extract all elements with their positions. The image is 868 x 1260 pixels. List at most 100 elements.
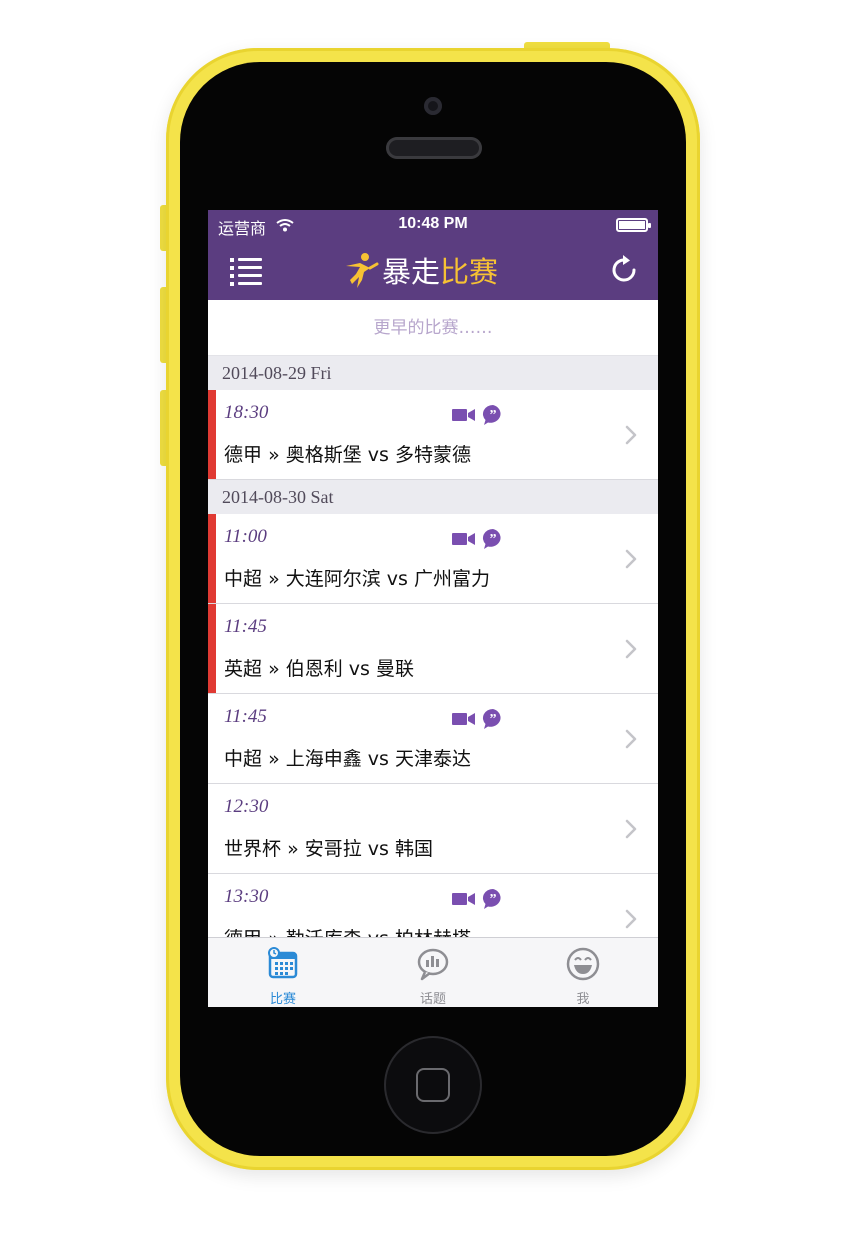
status-bar: 运营商 10:48 PM	[208, 210, 658, 240]
svg-text:”: ”	[490, 408, 497, 423]
match-time: 12:30	[224, 796, 269, 817]
navigation-bar: 暴走 比赛	[208, 240, 658, 300]
match-title: 世界杯 » 安哥拉 vs 韩国	[224, 834, 433, 861]
video-icon	[452, 713, 475, 725]
match-row[interactable]: 13:30 ” 德甲 » 勒沃库森 vs 柏林赫塔	[208, 874, 658, 937]
device-stage: 运营商 10:48 PM 暴走 比赛 更早的比赛…… 2014-08-29 Fr…	[0, 0, 868, 1260]
battery-icon	[616, 218, 651, 232]
app-title-part1: 暴走	[382, 255, 441, 289]
away-team: 天津泰达	[395, 748, 472, 770]
league-name: 德甲	[224, 928, 262, 937]
home-team: 大连阿尔滨	[285, 568, 381, 590]
separator: »	[268, 568, 280, 590]
home-team: 伯恩利	[285, 658, 343, 680]
chevron-right-icon	[625, 549, 637, 569]
refresh-icon[interactable]	[606, 252, 642, 288]
match-title: 德甲 » 勒沃库森 vs 柏林赫塔	[224, 924, 471, 937]
match-time: 11:00	[224, 526, 267, 547]
separator: »	[268, 748, 280, 770]
separator: »	[268, 928, 280, 937]
home-button[interactable]	[384, 1036, 482, 1134]
tab-me[interactable]: 我	[508, 938, 658, 1007]
match-title: 英超 » 伯恩利 vs 曼联	[224, 654, 414, 681]
league-name: 英超	[224, 658, 263, 680]
match-title: 中超 » 大连阿尔滨 vs 广州富力	[224, 564, 490, 591]
svg-text:”: ”	[490, 532, 497, 547]
tab-matches-label: 比赛	[269, 992, 296, 1007]
app-logo: 暴走 比赛	[340, 246, 498, 294]
tab-matches[interactable]: 比赛	[208, 938, 358, 1007]
svg-text:”: ”	[490, 892, 497, 907]
match-time: 11:45	[224, 706, 267, 727]
vs-label: vs	[367, 838, 389, 860]
tab-topics[interactable]: 话题	[358, 938, 508, 1007]
load-earlier-matches-button[interactable]: 更早的比赛……	[208, 300, 658, 356]
video-icon	[452, 533, 475, 545]
league-name: 中超	[224, 568, 263, 590]
calendar-icon	[268, 947, 298, 979]
match-row[interactable]: 11:45 ” 中超 » 上海申鑫 vs 天津泰达	[208, 694, 658, 784]
tab-topics-label: 话题	[419, 992, 446, 1007]
chevron-right-icon	[625, 819, 637, 839]
away-team: 曼联	[376, 658, 415, 680]
away-team: 韩国	[395, 838, 434, 860]
match-time: 13:30	[224, 886, 269, 907]
status-time: 10:48 PM	[398, 215, 468, 232]
vs-label: vs	[386, 568, 408, 590]
date-section-header: 2014-08-30 Sat	[208, 480, 658, 514]
smiley-icon	[566, 947, 600, 981]
away-team: 多特蒙德	[395, 444, 472, 466]
running-man-icon	[346, 253, 379, 288]
comment-icon: ”	[482, 404, 501, 425]
match-title: 德甲 » 奥格斯堡 vs 多特蒙德	[224, 440, 471, 467]
app-screen: 运营商 10:48 PM 暴走 比赛 更早的比赛…… 2014-08-29 Fr…	[208, 210, 658, 1007]
match-title: 中超 » 上海申鑫 vs 天津泰达	[224, 744, 471, 771]
separator: »	[287, 838, 299, 860]
vs-label: vs	[367, 748, 389, 770]
away-team: 广州富力	[414, 568, 491, 590]
home-team: 安哥拉	[304, 838, 362, 860]
tab-bar: 比赛 话题 我	[208, 937, 658, 1007]
vs-label: vs	[367, 444, 389, 466]
league-name: 中超	[224, 748, 263, 770]
menu-list-icon[interactable]	[228, 252, 266, 288]
tab-me-label: 我	[576, 992, 590, 1007]
comment-icon: ”	[482, 708, 501, 729]
match-feature-icons: ”	[452, 404, 504, 426]
chevron-right-icon	[625, 639, 637, 659]
match-list[interactable]: 更早的比赛…… 2014-08-29 Fri 18:30 ” 德甲 » 奥格斯堡 vs…	[208, 300, 658, 937]
match-row[interactable]: 18:30 ” 德甲 » 奥格斯堡 vs 多特蒙德	[208, 390, 658, 480]
front-camera	[424, 97, 442, 115]
match-sections: 2014-08-29 Fri 18:30 ” 德甲 » 奥格斯堡 vs 多特蒙德 201…	[208, 356, 658, 937]
match-feature-icons: ”	[452, 708, 504, 730]
home-team: 勒沃库森	[286, 928, 362, 937]
separator: »	[268, 658, 280, 680]
date-section-header: 2014-08-29 Fri	[208, 356, 658, 390]
home-team: 上海申鑫	[285, 748, 362, 770]
league-name: 德甲	[224, 444, 263, 466]
chevron-right-icon	[625, 425, 637, 445]
match-feature-icons: ”	[452, 528, 504, 550]
away-team: 柏林赫塔	[395, 928, 471, 937]
vs-label: vs	[348, 658, 370, 680]
chevron-right-icon	[625, 909, 637, 929]
video-icon	[452, 893, 475, 905]
vs-label: vs	[368, 928, 389, 937]
match-row[interactable]: 11:00 ” 中超 » 大连阿尔滨 vs 广州富力	[208, 514, 658, 604]
home-team: 奥格斯堡	[285, 444, 362, 466]
chevron-right-icon	[625, 729, 637, 749]
league-name: 世界杯	[224, 838, 282, 860]
match-time: 18:30	[224, 402, 269, 423]
match-row[interactable]: 11:45 英超 » 伯恩利 vs 曼联	[208, 604, 658, 694]
match-feature-icons: ”	[452, 888, 504, 910]
separator: »	[268, 444, 280, 466]
match-time: 11:45	[224, 616, 267, 637]
comment-icon: ”	[482, 528, 501, 549]
earpiece-speaker	[386, 137, 482, 159]
chat-bubble-icon	[417, 948, 449, 981]
app-title-part2: 比赛	[440, 255, 499, 289]
video-icon	[452, 409, 475, 421]
svg-text:”: ”	[490, 712, 497, 727]
comment-icon: ”	[482, 888, 501, 909]
match-row[interactable]: 12:30 世界杯 » 安哥拉 vs 韩国	[208, 784, 658, 874]
